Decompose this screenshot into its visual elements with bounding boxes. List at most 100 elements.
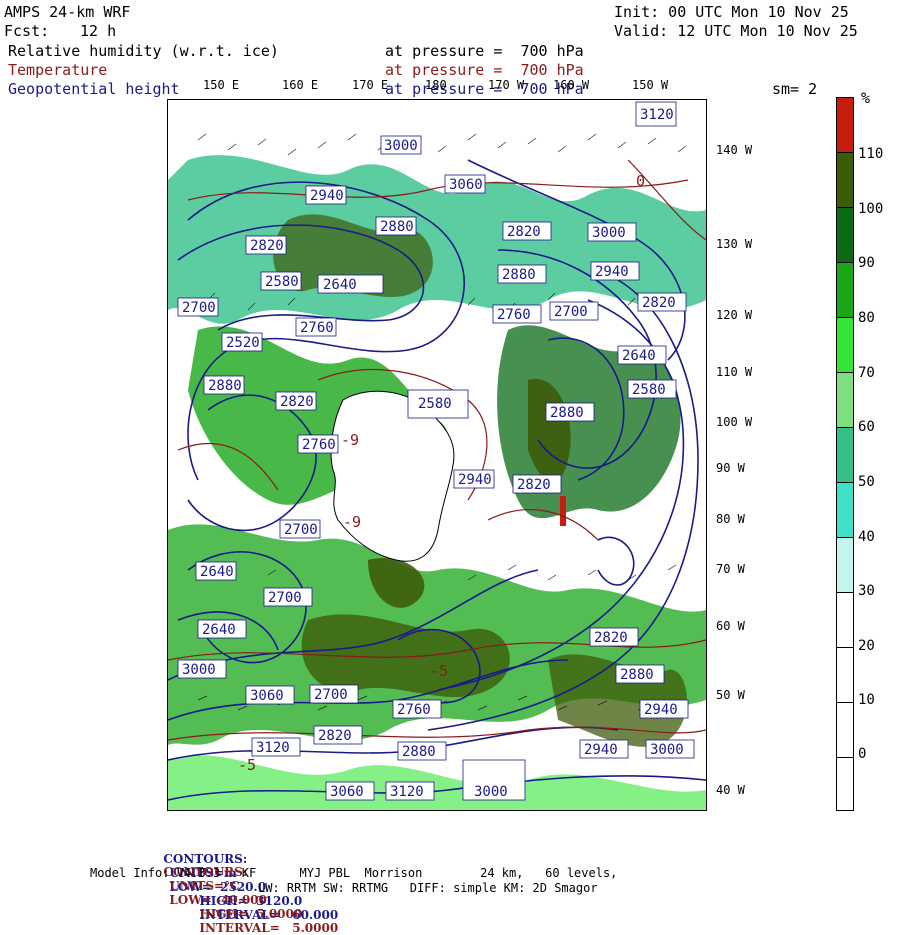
colorbar-segment xyxy=(837,758,853,810)
footer-model-info: Model Info: V4.3.3 KF MYJ PBL Morrison 2… xyxy=(90,866,618,880)
contour-label: 2700 xyxy=(554,304,588,320)
temperature-label: -9 xyxy=(343,513,361,531)
contour-label: 2760 xyxy=(497,307,531,323)
lon-label-120w: 120 W xyxy=(716,308,753,322)
contour-label: 2880 xyxy=(502,267,536,283)
contour-label: 2820 xyxy=(250,238,284,254)
contour-label: 2760 xyxy=(397,702,431,718)
contour-label: 2760 xyxy=(302,437,336,453)
contour-label: 2940 xyxy=(644,702,678,718)
temperature-label: -9 xyxy=(341,431,359,449)
model-title: AMPS 24-km WRF xyxy=(4,3,131,21)
lon-label-100w: 100 W xyxy=(716,415,753,429)
colorbar-segment xyxy=(837,593,853,648)
contour-label: 2880 xyxy=(402,744,436,760)
footer-interval: INTERVAL= 5.0000 xyxy=(199,921,339,935)
contour-label: 3000 xyxy=(592,225,626,241)
contour-label: 3000 xyxy=(182,662,216,678)
lon-label-80w: 80 W xyxy=(716,512,745,526)
colorbar-segment xyxy=(837,373,853,428)
contour-label: 2880 xyxy=(620,667,654,683)
colorbar-label: 80 xyxy=(858,310,875,326)
colorbar-label: 100 xyxy=(858,201,884,217)
colorbar-segment xyxy=(837,153,853,208)
colorbar-segment xyxy=(837,538,853,593)
rh-peak-area xyxy=(560,496,566,526)
colorbar-label: 70 xyxy=(858,365,875,381)
init-time: Init: 00 UTC Mon 10 Nov 25 xyxy=(614,3,849,21)
contour-label: 2820 xyxy=(642,295,676,311)
contour-label: 2700 xyxy=(182,300,216,316)
lon-label-160e: 160 E xyxy=(282,78,319,92)
contour-label: 3000 xyxy=(474,784,508,800)
footer-low: LOW= -40.000 xyxy=(169,893,267,907)
contour-label: 2760 xyxy=(300,320,334,336)
contour-label: 3120 xyxy=(640,107,674,123)
colorbar xyxy=(836,97,854,811)
field-rh-level: at pressure = 700 hPa xyxy=(385,42,584,60)
temperature-label: 0 xyxy=(636,172,645,190)
colorbar-segment xyxy=(837,703,853,758)
contour-label: 2520 xyxy=(226,335,260,351)
colorbar-segment xyxy=(837,208,853,263)
contour-label: 2940 xyxy=(458,472,492,488)
lon-label-70w: 70 W xyxy=(716,562,745,576)
contour-label: 2640 xyxy=(200,564,234,580)
colorbar-segment xyxy=(837,98,853,153)
contour-label: 3000 xyxy=(650,742,684,758)
lon-label-170w: 170 W xyxy=(488,78,525,92)
forecast-hours: 12 h xyxy=(80,22,117,40)
contour-label: 3060 xyxy=(449,177,483,193)
contour-label: 2880 xyxy=(380,219,414,235)
colorbar-label: 90 xyxy=(858,255,875,271)
colorbar-segment xyxy=(837,263,853,318)
contour-label: 2820 xyxy=(280,394,314,410)
lon-label-170e: 170 E xyxy=(352,78,389,92)
contour-label: 2580 xyxy=(265,274,299,290)
contour-label: 2700 xyxy=(284,522,318,538)
colorbar-segment xyxy=(837,428,853,483)
contour-label: 2640 xyxy=(622,348,656,364)
field-temp-name: Temperature xyxy=(8,61,108,79)
contour-label: 2820 xyxy=(507,224,541,240)
colorbar-segment xyxy=(837,483,853,538)
weather-map-svg: 3120 3000 3060 2940 2880 2820 2580 2640 … xyxy=(168,100,706,810)
colorbar-label: 0 xyxy=(858,746,867,762)
colorbar-label: 50 xyxy=(858,474,875,490)
contour-label: 3120 xyxy=(256,740,290,756)
field-height-name: Geopotential height xyxy=(8,80,180,98)
colorbar-label: 40 xyxy=(858,529,875,545)
lon-label-160w: 160 W xyxy=(553,78,590,92)
contour-label: 2820 xyxy=(318,728,352,744)
contour-label: 2940 xyxy=(310,188,344,204)
field-rh-name: Relative humidity (w.r.t. ice) xyxy=(8,42,279,60)
lon-label-150w: 150 W xyxy=(632,78,669,92)
colorbar-unit: % xyxy=(861,89,871,107)
contour-label: 2700 xyxy=(314,687,348,703)
valid-time: Valid: 12 UTC Mon 10 Nov 25 xyxy=(614,22,858,40)
map-panel: 3120 3000 3060 2940 2880 2820 2580 2640 … xyxy=(167,99,707,811)
contour-label: 3120 xyxy=(390,784,424,800)
contour-label: 3000 xyxy=(384,138,418,154)
contour-label: 2940 xyxy=(584,742,618,758)
field-temp-level: at pressure = 700 hPa xyxy=(385,61,584,79)
lon-label-140w: 140 W xyxy=(716,143,753,157)
colorbar-segment xyxy=(837,648,853,703)
contour-label: 2880 xyxy=(550,405,584,421)
contour-label: 2940 xyxy=(595,264,629,280)
lon-label-40w: 40 W xyxy=(716,783,745,797)
lon-label-90w: 90 W xyxy=(716,461,745,475)
lon-label-130w: 130 W xyxy=(716,237,753,251)
contour-label: 2640 xyxy=(202,622,236,638)
colorbar-label: 60 xyxy=(858,419,875,435)
lon-label-180: 180 xyxy=(425,78,447,92)
temperature-label: -5 xyxy=(238,756,256,774)
colorbar-label: 20 xyxy=(858,638,875,654)
footer-high: HIGH= 5.0000 xyxy=(199,907,303,921)
lon-label-50w: 50 W xyxy=(716,688,745,702)
contour-label: 2700 xyxy=(268,590,302,606)
lon-label-110w: 110 W xyxy=(716,365,753,379)
footer-physics-info: LW: RRTM SW: RRTMG DIFF: simple KM: 2D S… xyxy=(258,881,598,895)
contour-label: 2880 xyxy=(208,378,242,394)
contour-label: 2580 xyxy=(632,382,666,398)
